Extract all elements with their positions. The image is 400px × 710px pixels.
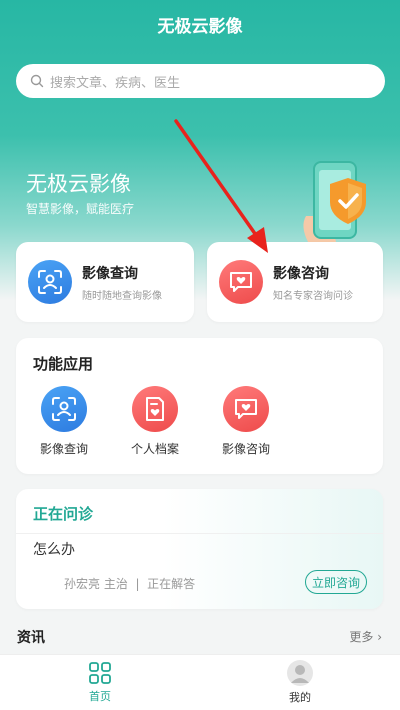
- function-image-query[interactable]: 影像查询: [32, 386, 96, 457]
- function-label: 影像咨询: [221, 442, 270, 456]
- consultation-question: 怎么办: [33, 542, 75, 558]
- function-personal-file[interactable]: 个人档案: [123, 386, 187, 457]
- quick-card-image-consult[interactable]: 影像咨询 知名专家咨询问诊: [207, 242, 383, 322]
- consult-now-button[interactable]: 立即咨询: [304, 570, 367, 594]
- function-label: 影像查询: [39, 442, 88, 456]
- function-apps-title: 功能应用: [33, 355, 94, 373]
- quick-card-subtitle: 随时随地查询影像: [82, 290, 162, 302]
- chat-heart-icon: [223, 386, 269, 432]
- scan-user-icon: [41, 386, 87, 432]
- scan-user-icon: [28, 260, 72, 304]
- search-placeholder: 搜索文章、疾病、医生: [50, 75, 181, 91]
- news-more-link[interactable]: 更多 ›: [349, 628, 382, 645]
- banner-title: 无极云影像: [26, 172, 131, 196]
- quick-card-image-query[interactable]: 影像查询 随时随地查询影像: [16, 242, 194, 322]
- news-section-title: 资讯: [17, 630, 45, 646]
- divider: [16, 533, 383, 534]
- quick-card-title: 影像查询: [82, 265, 138, 282]
- chat-heart-icon: [219, 260, 263, 304]
- tab-home[interactable]: 首页: [0, 655, 200, 710]
- tab-label: 我的: [289, 691, 311, 704]
- tab-label: 首页: [89, 690, 111, 703]
- quick-card-title: 影像咨询: [273, 265, 329, 282]
- search-input[interactable]: 搜索文章、疾病、医生: [16, 64, 385, 98]
- consultation-doctor-status: 孙宏亮 主治 | 正在解答: [64, 577, 196, 591]
- quick-card-subtitle: 知名专家咨询问诊: [273, 290, 353, 302]
- grid-home-icon: [89, 662, 111, 684]
- user-avatar-icon: [287, 660, 313, 686]
- ongoing-consultation-card[interactable]: 正在问诊 怎么办 孙宏亮 主治 | 正在解答 立即咨询: [16, 489, 383, 609]
- function-apps-card: 功能应用 影像查询 个人档案 影像咨询: [16, 338, 383, 474]
- file-heart-icon: [132, 386, 178, 432]
- function-label: 个人档案: [130, 442, 179, 456]
- search-icon: [30, 74, 44, 88]
- consultation-title: 正在问诊: [33, 505, 94, 523]
- tab-mine[interactable]: 我的: [200, 655, 400, 710]
- bottom-tab-bar: 首页 我的: [0, 654, 400, 710]
- banner-subtitle: 智慧影像，赋能医疗: [26, 202, 135, 216]
- app-title: 无极云影像: [157, 17, 243, 37]
- phone-shield-illustration: [303, 161, 366, 242]
- function-image-consult[interactable]: 影像咨询: [214, 386, 278, 457]
